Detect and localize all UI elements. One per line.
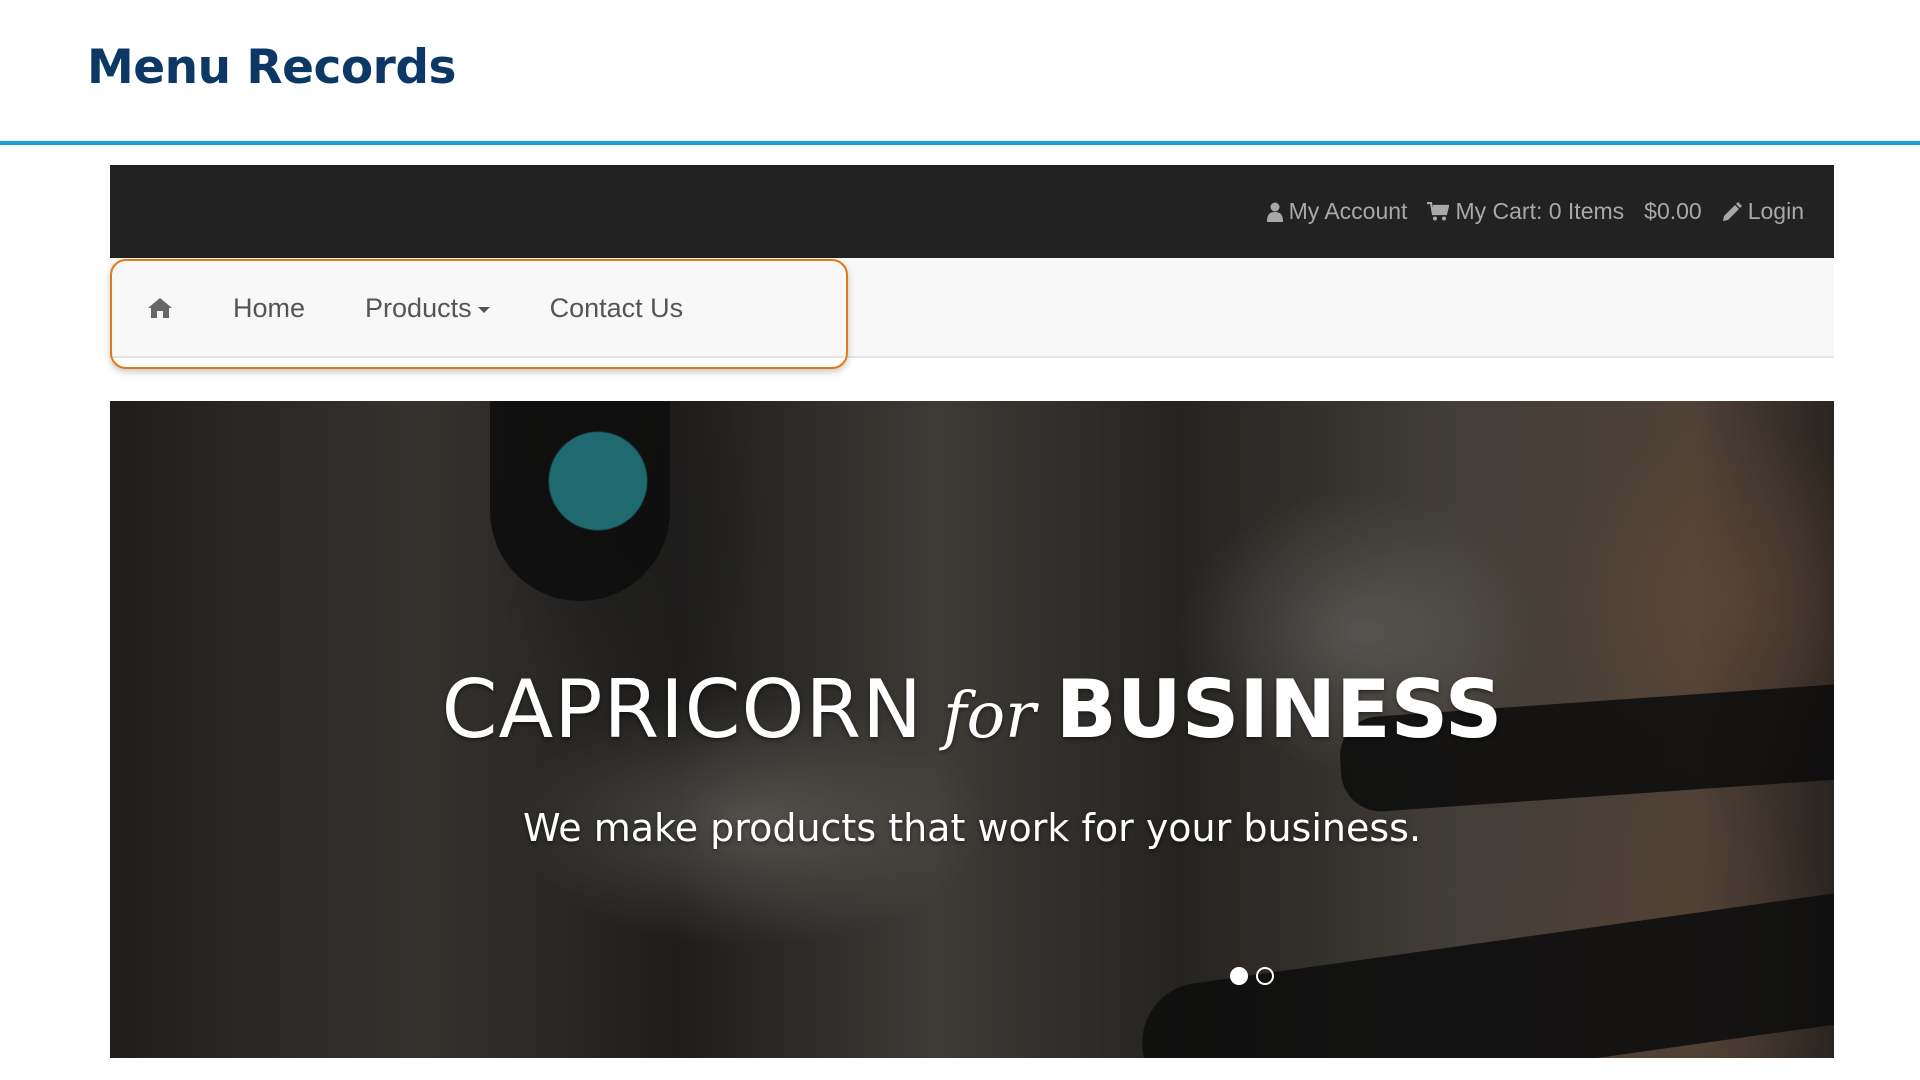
carousel-dot-2[interactable]	[1256, 967, 1274, 985]
nav-home-icon-link[interactable]	[147, 297, 173, 319]
my-cart-link[interactable]: My Cart: 0 Items $0.00	[1427, 198, 1702, 225]
nav-menu: Home Products Contact Us	[147, 258, 683, 358]
top-utility-bar: My Account My Cart: 0 Items $0.00 Login	[110, 165, 1834, 258]
title-divider	[0, 141, 1920, 145]
carousel-indicators	[1230, 967, 1274, 985]
website-screenshot: My Account My Cart: 0 Items $0.00 Login	[110, 165, 1834, 1058]
hero-heading-for: for	[942, 679, 1036, 753]
my-account-link[interactable]: My Account	[1266, 198, 1408, 225]
cart-total: $0.00	[1644, 198, 1702, 224]
login-link[interactable]: Login	[1722, 198, 1804, 225]
chevron-down-icon	[477, 306, 490, 313]
hero-carousel: CAPRICORN for BUSINESS We make products …	[110, 401, 1834, 1058]
nav-contact-us[interactable]: Contact Us	[550, 293, 684, 324]
hero-heading-business: BUSINESS	[1055, 663, 1503, 756]
hero-heading-brand: CAPRICORN	[441, 663, 923, 756]
home-icon	[148, 298, 172, 318]
user-icon	[1266, 202, 1283, 222]
shopping-cart-icon	[1427, 201, 1450, 220]
hero-subheading: We make products that work for your busi…	[522, 806, 1422, 850]
nav-contact-us-label: Contact Us	[549, 292, 684, 323]
slide-title: Menu Records	[87, 40, 456, 95]
pencil-icon	[1722, 201, 1742, 221]
nav-products-label: Products	[365, 292, 472, 323]
nav-home-label: Home	[233, 292, 306, 323]
nav-products[interactable]: Products	[365, 293, 490, 324]
login-label: Login	[1747, 198, 1804, 224]
my-account-label: My Account	[1288, 198, 1408, 224]
carousel-dot-1[interactable]	[1230, 967, 1248, 985]
my-cart-label: My Cart: 0 Items	[1455, 198, 1625, 224]
nav-home[interactable]: Home	[233, 293, 305, 324]
hero-heading: CAPRICORN for BUSINESS	[110, 663, 1834, 756]
